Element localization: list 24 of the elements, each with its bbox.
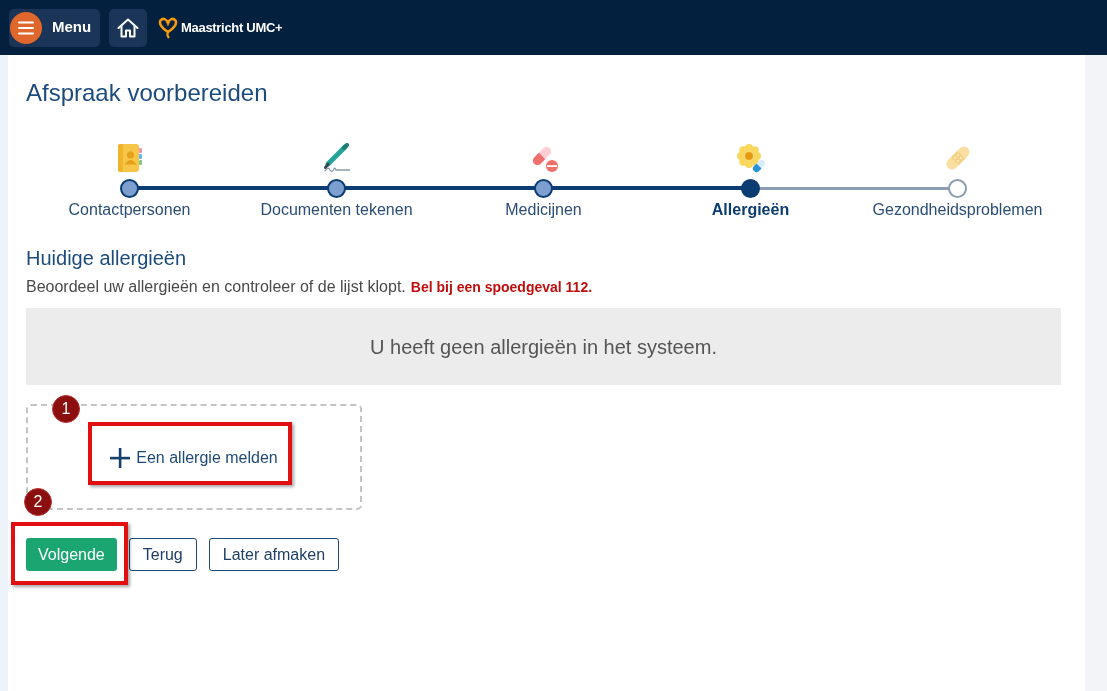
step-label: Contactpersonen (68, 200, 191, 220)
logo-icon (158, 16, 178, 39)
home-icon (117, 17, 139, 38)
outline-button[interactable]: Terug (128, 538, 197, 571)
step-label: Medicijnen (505, 200, 582, 220)
instruction-text: Beoordeel uw allergieën en controleer of de lijst klopt. (26, 277, 406, 297)
add-allergy-button[interactable]: Een allergie melden (110, 446, 278, 470)
step-label: Allergieën (711, 200, 790, 220)
annotation-number: 1 (52, 395, 80, 423)
flower-capsule-icon (735, 143, 766, 173)
step-label: Gezondheidsproblemen (872, 200, 1043, 220)
empty-message: U heeft geen allergieën in het systeem. (26, 308, 1061, 385)
menu-button[interactable]: Menu (9, 8, 100, 47)
plus-icon (110, 448, 131, 468)
page-title: Afspraak voorbereiden (26, 78, 269, 108)
logo-text: Maastricht UMC+ (181, 18, 283, 37)
pen-signature-icon (321, 143, 352, 173)
step-label: Documenten tekenen (260, 200, 413, 220)
section-heading: Huidige allergieën (26, 246, 188, 271)
outline-button[interactable]: Later afmaken (208, 538, 340, 571)
annotation-number: 2 (24, 488, 52, 516)
emergency-notice: Bel bij een spoedgeval 112. (410, 277, 593, 297)
home-button[interactable] (109, 8, 147, 47)
menu-icon (10, 11, 42, 44)
